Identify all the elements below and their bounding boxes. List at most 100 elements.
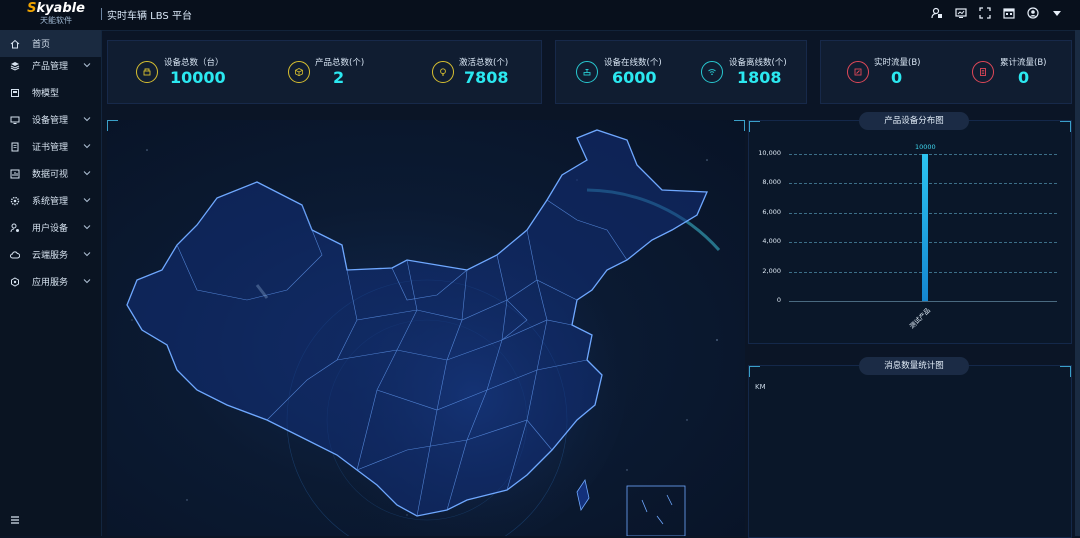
dropdown-caret-icon[interactable] [1050,6,1064,20]
sidebar-item-label: 首页 [32,40,51,50]
brand-logo[interactable]: Skyable 天能软件 [26,2,86,26]
sidebar-item-label: 应用服务 [32,278,69,288]
sidebar-item-app-services[interactable]: 应用服务 [0,268,101,295]
messages-chart-panel: 消息数量统计图 KM [748,357,1072,538]
stat-value: 7808 [464,68,509,87]
y-tick-label: 6,000 [762,207,781,216]
bar[interactable] [922,154,928,301]
stat-label: 激活总数(个) [459,58,509,68]
logo-subtitle: 天能软件 [40,16,72,25]
fullscreen-icon[interactable] [978,6,992,20]
distribution-chart-panel: 产品设备分布图 10,000 8,000 6,000 4,000 2,000 0 10000… [748,112,1072,344]
layers-icon [10,61,20,71]
calendar-icon[interactable] [1002,6,1016,20]
stat-cumulative-traffic: 累计流量(B) 0 [972,41,1072,103]
home-icon [10,39,20,49]
sidebar-item-products[interactable]: 产品管理 [0,52,101,79]
device-stats-panel: 设备总数（台） 10000 产品总数(个) 2 激活总数(个) 7808 [107,40,542,104]
lightbulb-icon [432,61,454,83]
top-toolbar [930,6,1064,20]
user-config-icon[interactable] [930,6,944,20]
chevron-down-icon [83,225,91,230]
printer-icon [136,61,158,83]
stat-activated-total: 激活总数(个) 7808 [432,41,532,103]
stat-label: 设备在线数(个) [604,58,662,68]
traffic-meter-icon [847,61,869,83]
bar-chart[interactable]: 10,000 8,000 6,000 4,000 2,000 0 10000 测试产品 [749,121,1071,343]
document-icon [972,61,994,83]
stat-value: 6000 [612,68,657,87]
bar-data-label: 10000 [915,143,936,151]
stat-value: 0 [891,68,903,87]
chevron-down-icon [83,252,91,257]
x-category-label: 测试产品 [908,306,933,331]
wifi-icon [701,61,723,83]
network-device-icon [576,61,598,83]
sidebar-item-system[interactable]: 系统管理 [0,187,101,214]
map-graphic [126,129,721,536]
y-tick-label: 10,000 [758,149,781,157]
y-tick-label: 8,000 [762,178,781,187]
certificate-icon [10,142,20,152]
box-icon [288,61,310,83]
sidebar-item-label: 系统管理 [32,197,69,207]
y-tick-label: 2,000 [762,266,781,275]
monitor-icon[interactable] [954,6,968,20]
collapse-sidebar-button[interactable] [10,515,20,528]
sidebar: 首页 产品管理 物模型 设备管理 证书管理 数据可视 系统管理 用户设备 云端服… [0,30,102,536]
online-stats-panel: 设备在线数(个) 6000 设备离线数(个) 1808 [555,40,807,104]
stat-label: 产品总数(个) [315,58,365,68]
sidebar-item-thing-model[interactable]: 物模型 [0,79,101,106]
china-map[interactable] [107,120,745,536]
sidebar-item-label: 用户设备 [32,224,69,234]
app-title: 实时车辆 LBS 平台 [107,11,192,22]
sidebar-item-certificates[interactable]: 证书管理 [0,133,101,160]
frame-corner [107,120,118,131]
stat-value: 2 [333,68,345,87]
sidebar-item-label: 产品管理 [32,62,69,72]
logo-text: Skyable [27,1,85,16]
grid-line [789,301,1057,302]
stat-label: 累计流量(B) [1000,58,1047,68]
stat-realtime-traffic: 实时流量(B) 0 [847,41,947,103]
frame-corner [749,366,760,377]
apps-icon [10,276,20,287]
sidebar-item-label: 设备管理 [32,116,69,126]
unit-label: KM [755,383,766,391]
sidebar-item-user-devices[interactable]: 用户设备 [0,214,101,241]
sidebar-item-label: 数据可视 [32,170,69,180]
traffic-stats-panel: 实时流量(B) 0 累计流量(B) 0 [820,40,1072,104]
chevron-down-icon [83,144,91,149]
settings-icon [10,196,20,206]
y-tick-label: 4,000 [762,237,781,246]
stat-label: 设备总数（台） [164,58,224,68]
chevron-down-icon [83,198,91,203]
stat-online: 设备在线数(个) 6000 [576,41,676,103]
stat-offline: 设备离线数(个) 1808 [701,41,801,103]
title-divider [101,8,102,20]
stat-devices-total: 设备总数（台） 10000 [136,41,256,103]
cloud-icon [10,250,20,260]
page-scrollbar[interactable] [1075,30,1080,536]
device-icon [10,115,20,125]
y-tick-label: 0 [776,296,781,304]
chart-icon [10,169,20,179]
frame-corner [734,120,745,131]
account-icon[interactable] [1026,6,1040,20]
model-icon [10,88,20,98]
stat-label: 设备离线数(个) [729,58,787,68]
menu-icon [11,516,19,524]
stat-value: 1808 [737,68,782,87]
sidebar-item-devices[interactable]: 设备管理 [0,106,101,133]
top-bar: Skyable 天能软件 实时车辆 LBS 平台 [0,0,1080,31]
chart-title: 消息数量统计图 [859,357,969,375]
sidebar-item-data-visualization[interactable]: 数据可视 [0,160,101,187]
chevron-down-icon [83,117,91,122]
chevron-down-icon [83,63,91,68]
stat-products-total: 产品总数(个) 2 [288,41,388,103]
frame-corner [1060,366,1071,377]
stat-label: 实时流量(B) [874,58,921,68]
stat-value: 0 [1018,68,1030,87]
sidebar-item-cloud-services[interactable]: 云端服务 [0,241,101,268]
chevron-down-icon [83,171,91,176]
